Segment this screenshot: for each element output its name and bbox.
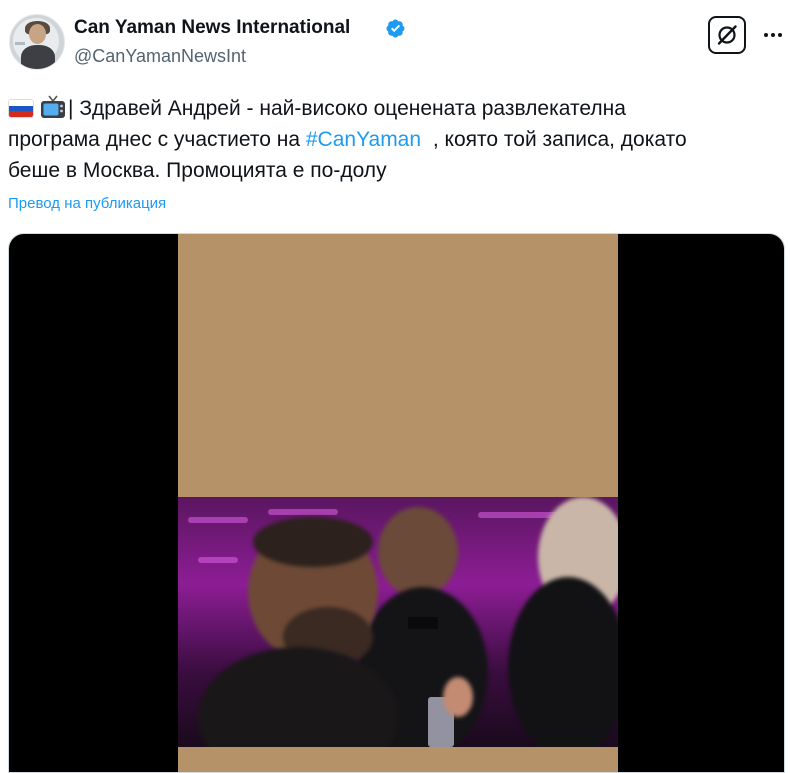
verified-badge-icon[interactable] <box>385 18 406 39</box>
stage-light-strip <box>268 509 338 515</box>
stage-light-strip <box>198 557 238 563</box>
grok-icon <box>717 25 737 45</box>
russia-flag-icon <box>8 99 34 118</box>
avatar-figure-body <box>21 45 55 69</box>
video-frame-bottom-band <box>178 747 618 772</box>
separator-bar: | <box>68 97 74 120</box>
television-emoji-icon <box>40 95 66 119</box>
video-frame-scene <box>178 497 618 747</box>
hashtag-link[interactable]: #CanYaman <box>306 128 421 151</box>
tweet-line-2-end: , която той записа, докато <box>427 128 687 151</box>
author-avatar[interactable] <box>9 14 65 70</box>
translate-post-link[interactable]: Превод на публикация <box>8 195 166 213</box>
tweet-line-1: Здравей Андрей - най-високо оценената ра… <box>79 97 626 120</box>
hand <box>443 677 473 717</box>
avatar-figure-face <box>29 24 46 44</box>
grok-button[interactable] <box>708 16 746 54</box>
tweet-line-2-start: програма днес с участието на <box>8 128 306 151</box>
avatar-logo-mark <box>15 42 25 45</box>
stage-light-strip <box>188 517 248 523</box>
video-frame-top-band <box>178 234 618 497</box>
main-person-hair <box>253 517 373 567</box>
video-player[interactable] <box>8 233 785 773</box>
background-person-head <box>378 507 458 597</box>
tweet-line-3: беше в Москва. Промоцията е по-долу <box>8 159 387 182</box>
bow-tie <box>408 617 438 629</box>
author-handle[interactable]: @CanYamanNewsInt <box>74 45 246 67</box>
author-name[interactable]: Can Yaman News International <box>74 17 350 39</box>
tweet-text: | Здравей Андрей - най-високо оценената … <box>8 93 783 186</box>
more-dots-icon[interactable] <box>762 24 784 46</box>
woman-dress <box>508 577 618 747</box>
